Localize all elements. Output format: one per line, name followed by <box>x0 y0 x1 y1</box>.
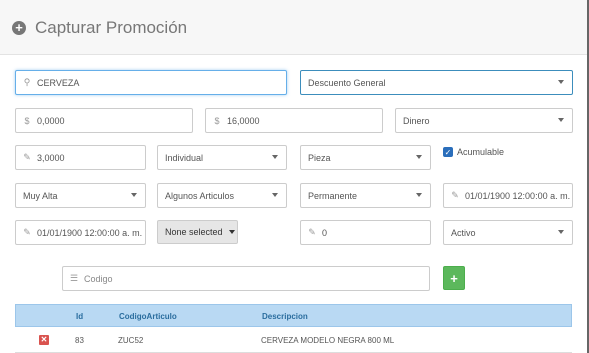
delete-icon[interactable]: ✕ <box>39 335 49 345</box>
plus-circle-icon: + <box>12 21 26 35</box>
articles-table: Id CodigoArticulo Descripcion ✕ 83 ZUC52… <box>15 304 572 353</box>
caret-down-icon <box>228 230 235 234</box>
cell-description: CERVEZA MODELO NEGRA 800 ML <box>261 336 395 345</box>
status-select[interactable]: Activo <box>443 220 573 245</box>
discount-type-select[interactable]: Descuento General <box>300 70 573 95</box>
dollar-icon: $ <box>214 115 220 126</box>
accumulable-checkbox[interactable]: ✓ <box>443 147 453 157</box>
chevron-down-icon <box>558 118 564 122</box>
column-header-id[interactable]: Id <box>76 312 83 321</box>
min-amount-input[interactable]: $ 0,0000 <box>15 108 193 133</box>
add-code-button[interactable]: + <box>443 266 465 290</box>
quantity-input[interactable]: ✎ 3,0000 <box>15 145 146 170</box>
edit-icon: ✎ <box>23 227 31 237</box>
chevron-down-icon <box>416 193 422 197</box>
table-header: Id CodigoArticulo Descripcion <box>15 304 572 327</box>
chevron-down-icon <box>131 193 137 197</box>
cell-id: 83 <box>75 336 84 345</box>
chevron-down-icon <box>272 193 278 197</box>
counter-input[interactable]: ✎ 0 <box>300 220 431 245</box>
edit-icon: ✎ <box>451 190 459 200</box>
priority-select[interactable]: Muy Alta <box>15 183 146 208</box>
start-date-input[interactable]: ✎ 01/01/1900 12:00:00 a. m. <box>443 183 573 208</box>
duration-select[interactable]: Permanente <box>300 183 431 208</box>
table-row: ✕ 83 ZUC52 CERVEZA MODELO NEGRA 800 ML <box>15 327 572 353</box>
cell-code: ZUC52 <box>118 336 144 345</box>
chevron-down-icon <box>558 230 564 234</box>
articles-select[interactable]: Algunos Articulos <box>157 183 287 208</box>
scope-select[interactable]: Individual <box>157 145 287 170</box>
dollar-icon: $ <box>24 115 30 126</box>
barcode-icon: ☰ <box>70 273 79 283</box>
chevron-down-icon <box>272 155 278 159</box>
unit-select[interactable]: Pieza <box>300 145 431 170</box>
chevron-down-icon <box>416 155 422 159</box>
column-header-descripcion[interactable]: Descripcion <box>262 312 308 321</box>
end-date-input[interactable]: ✎ 01/01/1900 12:00:00 a. m. <box>15 220 146 245</box>
code-input[interactable]: ☰ Codigo <box>62 266 430 291</box>
edit-icon: ✎ <box>23 152 31 162</box>
search-icon: ⚲ <box>23 77 31 87</box>
accumulable-checkbox-group: ✓ Acumulable <box>443 147 504 157</box>
chevron-down-icon <box>558 80 564 84</box>
accumulable-label: Acumulable <box>457 147 505 157</box>
currency-type-select[interactable]: Dinero <box>395 108 573 133</box>
amount-input[interactable]: $ 16,0000 <box>205 108 383 133</box>
column-header-codigo[interactable]: CodigoArticulo <box>119 312 177 321</box>
edit-icon: ✎ <box>308 227 316 237</box>
multiselect-button[interactable]: None selected <box>157 220 238 244</box>
page-header: + Capturar Promoción <box>0 0 589 55</box>
article-search-input[interactable]: ⚲ CERVEZA <box>15 70 287 95</box>
page-title: Capturar Promoción <box>35 18 188 37</box>
